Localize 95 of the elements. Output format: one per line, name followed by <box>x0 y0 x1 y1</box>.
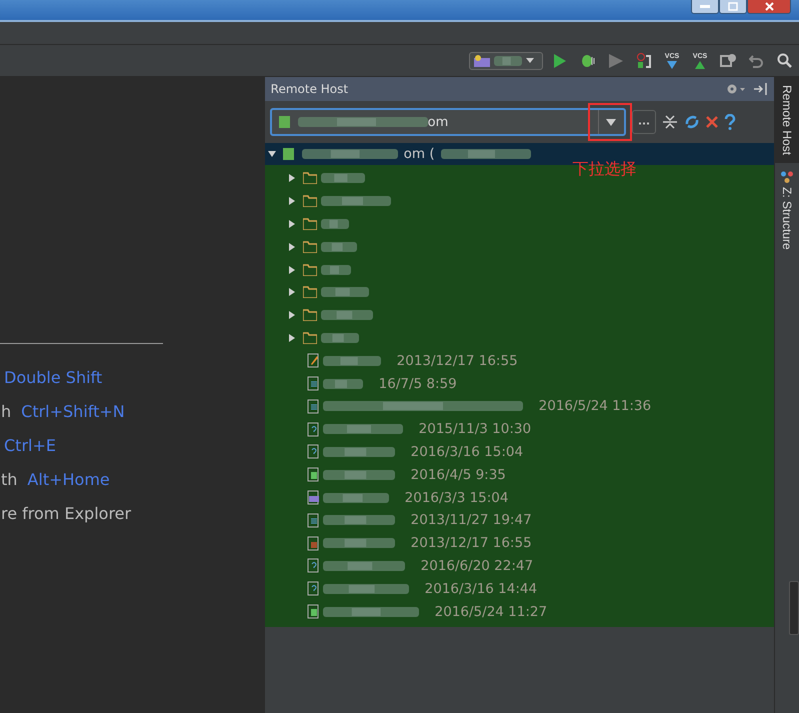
help-icon[interactable] <box>724 114 736 130</box>
server-dropdown[interactable]: om <box>270 108 626 136</box>
server-icon <box>278 115 292 129</box>
html-file-icon <box>306 467 319 482</box>
unknown-file-icon <box>306 558 319 574</box>
php-icon <box>474 54 490 66</box>
host-label: om ( <box>404 146 435 162</box>
file-date: 2016/5/24 11:27 <box>434 604 548 620</box>
redacted-name <box>320 285 369 300</box>
panel-title: Remote Host <box>270 82 348 96</box>
expand-arrow-icon[interactable] <box>288 220 296 228</box>
down-arrow-icon <box>667 60 677 68</box>
file-date: 2016/6/20 22:47 <box>420 558 534 574</box>
archive-file-icon <box>306 536 319 551</box>
shortcut-key: Double Shift <box>4 368 102 386</box>
shortcut-label: th <box>1 470 18 488</box>
highlight-frame <box>588 103 632 141</box>
unknown-file-icon <box>306 422 319 437</box>
gear-icon[interactable] <box>726 83 746 95</box>
redacted-name <box>320 216 349 231</box>
close-icon[interactable] <box>706 116 718 128</box>
file-date: 2015/11/3 10:30 <box>418 421 532 438</box>
unknown-file-icon <box>306 444 319 460</box>
text-file-icon <box>306 398 319 414</box>
bug-icon <box>580 54 596 68</box>
undo-icon <box>749 54 763 68</box>
file-date: 2016/5/24 11:36 <box>538 398 652 414</box>
ellipsis-icon <box>638 122 649 125</box>
redacted-name <box>494 54 522 68</box>
folder-icon <box>302 332 317 344</box>
php-file-icon <box>306 490 319 506</box>
file-date: 2016/3/16 15:04 <box>410 444 524 460</box>
shortcut-label: h <box>1 402 12 420</box>
redacted-name <box>320 171 365 186</box>
file-date: 2013/12/17 16:55 <box>396 352 518 369</box>
play-icon <box>554 54 566 68</box>
folder-icon <box>302 172 317 184</box>
shortcut-key: Alt+Home <box>27 470 110 488</box>
shortcut-key: Ctrl+Shift+N <box>21 402 125 420</box>
clock-window-icon <box>720 52 736 68</box>
redacted-name <box>320 240 357 254</box>
expand-arrow-icon[interactable] <box>288 311 296 320</box>
file-date: 2013/12/17 16:55 <box>410 535 532 552</box>
text-file-icon <box>306 512 319 528</box>
unknown-file-icon <box>306 581 319 596</box>
browse-button[interactable] <box>632 110 656 134</box>
structure-icon <box>781 171 793 184</box>
search-icon <box>776 53 792 68</box>
redacted-name <box>320 330 359 345</box>
folder-icon <box>302 264 317 276</box>
run-configuration-dropdown[interactable] <box>469 52 543 70</box>
redacted-name <box>320 262 351 277</box>
expand-arrow-icon[interactable] <box>288 334 296 342</box>
expand-arrow-icon[interactable] <box>288 242 296 251</box>
caret-icon <box>606 118 616 126</box>
text-file-icon <box>306 376 319 392</box>
image-file-icon <box>306 353 319 368</box>
folder-icon <box>302 218 317 230</box>
shortcut-key: Ctrl+E <box>4 436 56 454</box>
redacted-name <box>322 354 381 368</box>
file-date: 2016/4/5 9:35 <box>410 466 506 483</box>
maximize-button[interactable] <box>719 0 747 14</box>
close-icon <box>764 2 774 11</box>
server-icon <box>282 147 296 161</box>
minimize-button[interactable] <box>691 0 719 14</box>
file-date: 2013/11/27 19:47 <box>410 512 532 528</box>
server-value: om <box>428 114 448 130</box>
redacted-name <box>322 490 389 505</box>
redacted-name <box>320 308 373 322</box>
folder-icon <box>302 309 317 322</box>
close-button[interactable] <box>747 0 791 14</box>
hide-panel-icon[interactable] <box>754 83 768 95</box>
folder-icon <box>302 286 317 298</box>
redacted-name <box>320 194 391 208</box>
collapse-arrow-icon[interactable] <box>268 150 276 158</box>
minimize-icon <box>700 4 710 8</box>
expand-arrow-icon[interactable] <box>288 288 296 296</box>
maximize-icon <box>728 2 738 11</box>
file-date: 2016/3/16 14:44 <box>424 580 538 597</box>
side-tab[interactable]: Z: Structure <box>775 163 799 258</box>
refresh-icon[interactable] <box>684 114 700 130</box>
expand-arrow-icon[interactable] <box>288 174 296 182</box>
expand-arrow-icon[interactable] <box>288 266 296 274</box>
file-date: 2016/3/3 15:04 <box>404 490 508 506</box>
caret-icon <box>526 58 534 63</box>
side-tab[interactable]: Remote Host <box>775 77 799 164</box>
html-file-icon <box>306 604 319 620</box>
file-date: 16/7/5 8:59 <box>378 376 457 392</box>
up-arrow-icon <box>695 60 705 68</box>
expand-arrow-icon[interactable] <box>288 197 296 206</box>
redacted-name <box>322 376 363 391</box>
folder-icon <box>302 195 317 208</box>
collapse-all-icon[interactable] <box>662 114 678 130</box>
shortcut-label: re from Explorer <box>1 504 132 522</box>
folder-icon <box>302 240 317 253</box>
